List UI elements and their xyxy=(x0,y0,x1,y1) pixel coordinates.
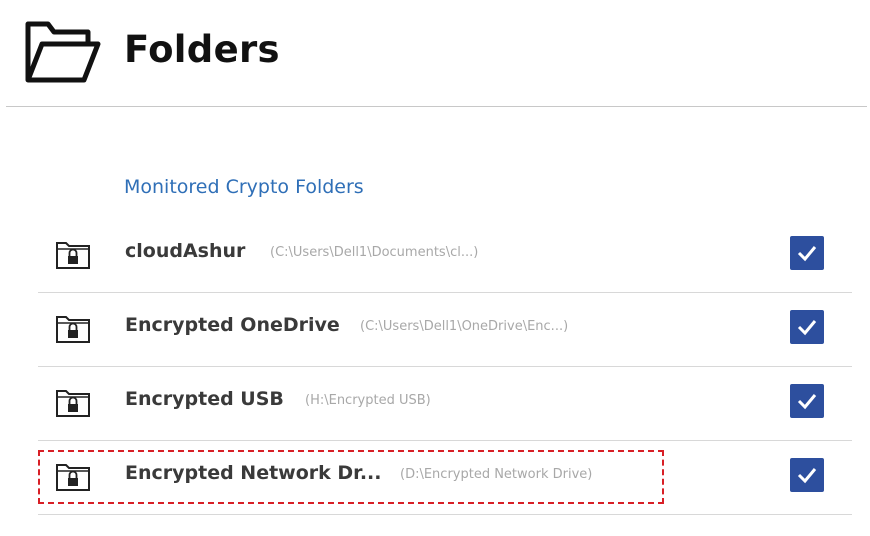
folder-row-encrypted-onedrive[interactable]: Encrypted OneDrive (C:\Users\Dell1\OneDr… xyxy=(38,292,852,367)
folder-name: Encrypted OneDrive xyxy=(125,314,340,336)
page-title: Folders xyxy=(124,28,280,71)
checkmark-icon xyxy=(797,246,817,262)
checkmark-icon xyxy=(797,468,817,484)
folder-path: (C:\Users\Dell1\OneDrive\Enc...) xyxy=(360,319,569,334)
monitor-checkbox[interactable] xyxy=(790,236,824,270)
section-heading: Monitored Crypto Folders xyxy=(124,176,364,198)
folder-row-cloudashur[interactable]: cloudAshur (C:\Users\Dell1\Documents\cl.… xyxy=(38,218,852,293)
folder-row-encrypted-usb[interactable]: Encrypted USB (H:\Encrypted USB) xyxy=(38,366,852,441)
checkmark-icon xyxy=(797,320,817,336)
page-header: Folders xyxy=(0,0,870,108)
lock-folder-icon xyxy=(56,316,90,343)
highlight-box xyxy=(38,450,664,504)
monitor-checkbox[interactable] xyxy=(790,310,824,344)
lock-folder-icon xyxy=(56,242,90,269)
folder-path: (H:\Encrypted USB) xyxy=(305,393,431,408)
folder-path: (C:\Users\Dell1\Documents\cl...) xyxy=(270,245,479,260)
monitor-checkbox[interactable] xyxy=(790,384,824,418)
folder-name: cloudAshur xyxy=(125,240,246,262)
monitor-checkbox[interactable] xyxy=(790,458,824,492)
lock-folder-icon xyxy=(56,390,90,417)
folder-name: Encrypted USB xyxy=(125,388,284,410)
header-divider xyxy=(6,106,867,107)
folder-icon xyxy=(25,21,101,83)
checkmark-icon xyxy=(797,394,817,410)
